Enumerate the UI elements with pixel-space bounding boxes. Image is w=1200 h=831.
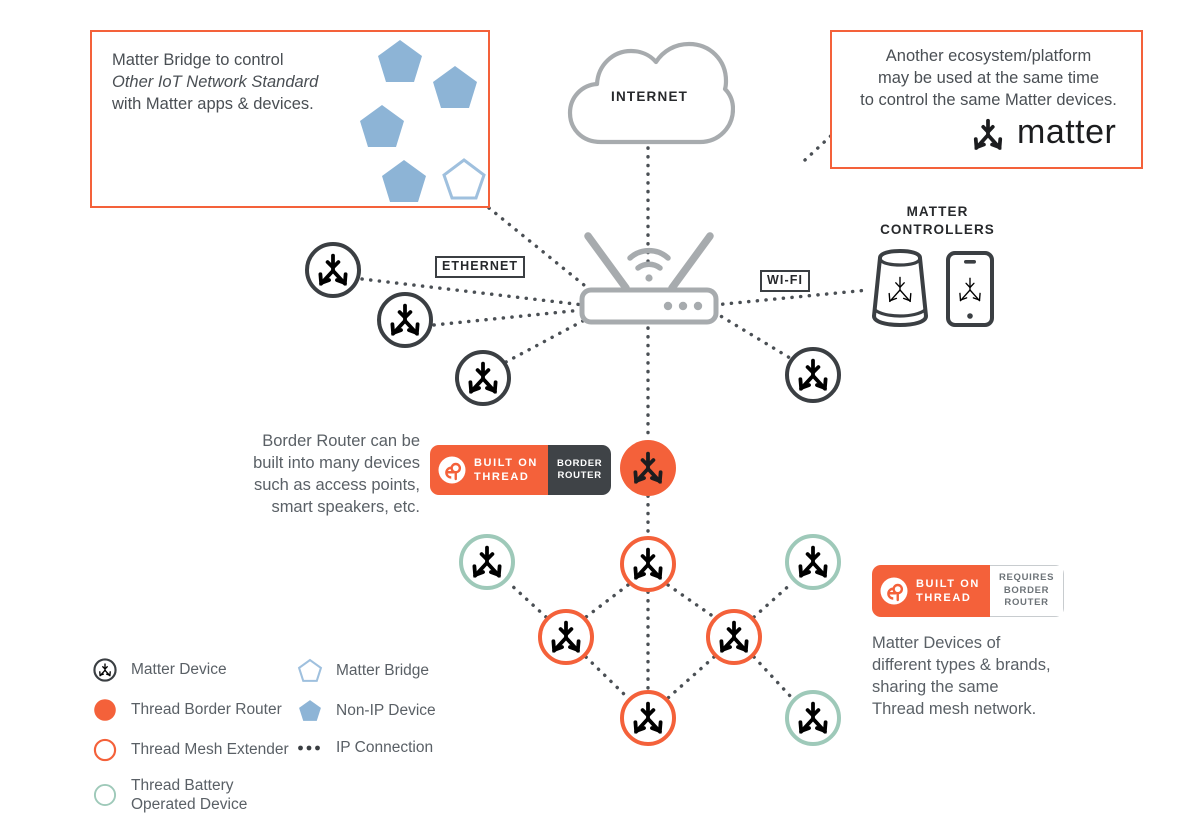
- callout-left-line3: with Matter apps & devices.: [112, 94, 314, 113]
- matter-device-icon: [88, 658, 122, 682]
- matter-device-2[interactable]: [377, 292, 433, 348]
- legend-label: IP Connection: [336, 739, 434, 756]
- thread-border-router-icon: [88, 698, 122, 722]
- matter-glyph-icon: [318, 253, 348, 286]
- legend-item-matter-device: Matter Device: [88, 658, 227, 682]
- battery-device-right[interactable]: [785, 534, 841, 590]
- matter-glyph-icon: [472, 545, 502, 578]
- smartphone-icon: [946, 251, 994, 327]
- legend-item-non-ip-device: Non-IP Device: [293, 698, 436, 724]
- matter-glyph-icon: [551, 620, 581, 653]
- thread-logo-icon-2: [880, 577, 908, 605]
- thread-border-router-icon: [94, 699, 116, 721]
- non-ip-device-icon: [293, 698, 327, 724]
- legend-label: Thread Mesh Extender: [131, 741, 289, 759]
- internet-label: INTERNET: [611, 89, 689, 104]
- ip-connection-icon: [298, 745, 320, 751]
- matter-controllers-heading: MATTER CONTROLLERS: [880, 204, 995, 238]
- matter-glyph-icon: [798, 358, 828, 391]
- matter-glyph-icon: [798, 545, 828, 578]
- badge-requires-border-router: BUILT ON THREAD REQUIRES BORDER ROUTER: [872, 565, 1065, 617]
- callout-left-line2: Other IoT Network Standard: [112, 72, 319, 91]
- matter-bridge-icon: [293, 658, 327, 684]
- legend-item-ip-connection: IP Connection: [293, 738, 433, 757]
- matter-device-1[interactable]: [305, 242, 361, 298]
- thread-logo-icon: [438, 456, 466, 484]
- legend-item-thread-border-router: Thread Border Router: [88, 698, 282, 722]
- mesh-note: Matter Devices of different types & bran…: [872, 634, 1051, 719]
- badge-border-router-builton: BUILT ON THREAD: [474, 456, 538, 483]
- matter-glyph-icon: [390, 303, 420, 336]
- battery-device-bottom-right[interactable]: [785, 690, 841, 746]
- legend: Matter Device Thread Border Router Thread …: [88, 658, 468, 813]
- matter-device-3[interactable]: [455, 350, 511, 406]
- matter-glyph-icon: [633, 451, 663, 484]
- thread-mesh-extender-icon: [93, 738, 117, 762]
- mesh-extender-bottom[interactable]: [620, 690, 676, 746]
- badge-border-router: BUILT ON THREAD BORDER ROUTER: [430, 445, 612, 495]
- mesh-extender-left[interactable]: [538, 609, 594, 665]
- legend-label: Thread Border Router: [131, 701, 282, 719]
- callout-left-line1: Matter Bridge to control: [112, 51, 284, 69]
- matter-glyph-icon: [719, 620, 749, 653]
- callout-right-line2: may be used at the same time: [877, 68, 1100, 87]
- legend-item-thread-mesh-extender: Thread Mesh Extender: [88, 738, 289, 762]
- wifi-label: WI-FI: [760, 270, 811, 292]
- matter-bridge-icon: [297, 658, 323, 682]
- legend-label: Matter Device: [131, 661, 227, 679]
- non-ip-device-icon: [299, 700, 321, 721]
- non-ip-pentagon-network-icon: [360, 40, 486, 202]
- thread-border-router[interactable]: [620, 440, 676, 496]
- matter-glyph-icon: [468, 361, 498, 394]
- border-router-note: Border Router can be built into many dev…: [253, 432, 420, 517]
- matter-wordmark: matter: [1017, 113, 1117, 151]
- badge-requires-builton: BUILT ON THREAD: [916, 577, 980, 604]
- thread-mesh-extender-icon: [88, 738, 122, 762]
- smart-speaker-icon: [872, 249, 928, 327]
- badge-border-router-left: BUILT ON THREAD: [430, 445, 548, 495]
- matter-device-4[interactable]: [785, 347, 841, 403]
- legend-label: Non-IP Device: [336, 702, 436, 720]
- ip-connection-icon: [293, 743, 327, 753]
- ethernet-label: ETHERNET: [435, 256, 526, 278]
- legend-label: Matter Bridge: [336, 662, 430, 680]
- matter-glyph-icon: [633, 547, 663, 580]
- thread-battery-device-icon: [93, 784, 117, 807]
- legend-label: Thread Battery Operated Device: [131, 777, 248, 814]
- diagram-canvas: .dot { stroke:#4a4f54; stroke-width:3.4;…: [0, 0, 1200, 831]
- matter-device-icon: [93, 658, 117, 682]
- matter-glyph-icon: [798, 701, 828, 734]
- legend-item-thread-battery-device: Thread Battery Operated Device: [88, 776, 247, 815]
- matter-glyph-icon: [633, 701, 663, 734]
- mesh-extender-right[interactable]: [706, 609, 762, 665]
- legend-item-matter-bridge: Matter Bridge: [293, 658, 429, 684]
- mesh-extender-top[interactable]: [620, 536, 676, 592]
- thread-battery-device-icon: [88, 783, 122, 807]
- callout-right-line3: to control the same Matter devices.: [860, 90, 1117, 109]
- badge-border-router-right: BORDER ROUTER: [547, 445, 612, 495]
- matter-logo-icon: [973, 118, 1003, 150]
- callout-right-line1: Another ecosystem/platform: [885, 47, 1092, 65]
- battery-device-left[interactable]: [459, 534, 515, 590]
- wifi-router-icon: [579, 232, 719, 325]
- badge-requires-right: REQUIRES BORDER ROUTER: [989, 565, 1065, 617]
- badge-requires-left: BUILT ON THREAD: [872, 565, 990, 617]
